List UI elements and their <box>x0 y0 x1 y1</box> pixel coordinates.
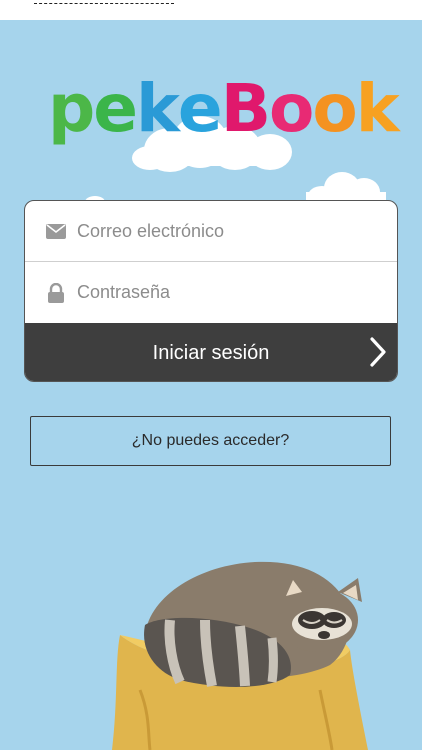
logo-letter: e <box>93 70 138 147</box>
login-button[interactable]: Iniciar sesión <box>25 323 397 381</box>
logo-wordmark: pekeBook <box>48 70 400 147</box>
chevron-right-icon <box>369 337 387 373</box>
raccoon-illustration <box>112 561 368 750</box>
cant-access-label: ¿No puedes acceder? <box>131 432 290 449</box>
status-bar-indicator <box>34 0 174 4</box>
logo-letter: k <box>355 70 400 147</box>
logo-letter: o <box>312 70 357 147</box>
email-field[interactable] <box>75 219 359 243</box>
logo-letter: k <box>136 70 180 147</box>
logo-letter: e <box>177 70 223 147</box>
password-field[interactable] <box>75 281 359 304</box>
logo-letter: o <box>269 70 314 147</box>
lock-icon <box>45 282 67 304</box>
email-field-row <box>25 201 397 262</box>
cant-access-button[interactable]: ¿No puedes acceder? <box>30 416 391 466</box>
password-field-row <box>25 262 397 323</box>
status-bar <box>0 0 422 20</box>
logo-letter: p <box>48 70 95 147</box>
envelope-icon <box>45 220 67 242</box>
login-form: Iniciar sesión <box>24 200 398 382</box>
logo-letter: B <box>220 70 271 147</box>
login-button-label: Iniciar sesión <box>152 341 270 364</box>
